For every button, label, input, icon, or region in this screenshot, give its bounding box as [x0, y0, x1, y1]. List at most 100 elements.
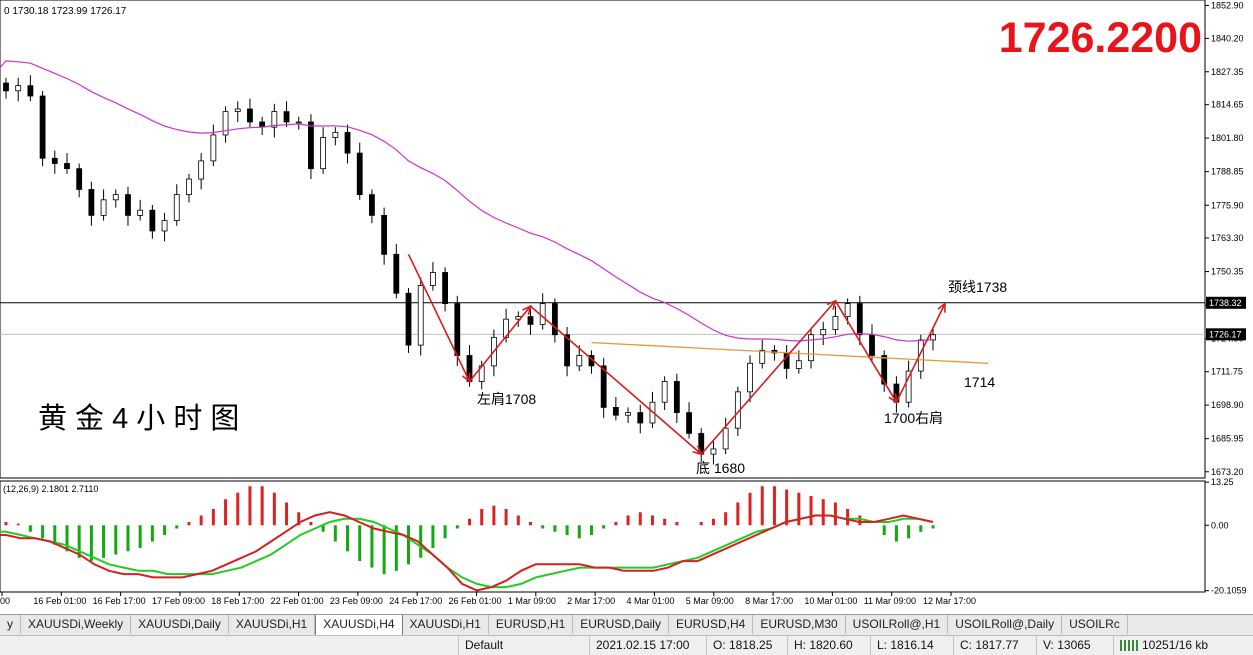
bull-candle: [100, 199, 107, 216]
bear-candle: [393, 253, 400, 294]
status-datetime: 2021.02.15 17:00: [589, 636, 706, 655]
x-tick-label: 24 Feb 17:00: [389, 596, 442, 606]
chart-tab[interactable]: EURUSD,M30: [753, 615, 846, 634]
bull-candle: [795, 360, 802, 369]
bull-candle: [539, 303, 546, 325]
y-tick-label: 1673.20: [1211, 467, 1244, 477]
bull-candle: [844, 303, 851, 317]
bull-candle: [430, 272, 436, 286]
chart-tab[interactable]: USOILRc: [1062, 615, 1128, 634]
chart-tab[interactable]: EURUSD,H4: [669, 615, 754, 634]
x-tick-label: 26 Feb 01:00: [449, 596, 502, 606]
macd-plot-frame: [0, 480, 1206, 593]
chart-tab[interactable]: XAUUSDi,Weekly: [21, 615, 132, 634]
y-tick-label: 1814.65: [1211, 100, 1244, 110]
bull-candle: [576, 355, 583, 367]
chart-title: 黄 金 4 小 时 图: [38, 402, 239, 435]
x-tick-label: 2 Mar 17:00: [567, 596, 615, 606]
chart-tab[interactable]: USOILRoll@,H1: [846, 615, 949, 634]
y-tick-label: 1763.30: [1211, 233, 1244, 243]
x-tick-label: 22 Feb 01:00: [271, 596, 324, 606]
macd-tick-label: 13.25: [1211, 477, 1234, 487]
chart-tab[interactable]: y: [0, 615, 21, 634]
hline-price-label: 1738.32: [1209, 298, 1242, 308]
macd-header: (12,26,9) 2.1801 2.7110: [3, 484, 98, 494]
bull-candle: [417, 285, 424, 346]
x-tick-label: 23 Feb 09:00: [330, 596, 383, 606]
bull-candle: [820, 329, 827, 336]
bear-candle: [869, 334, 875, 356]
bull-candle: [710, 448, 717, 455]
status-high: H: 1820.60: [787, 636, 870, 655]
bear-candle: [125, 194, 131, 216]
chart-tab[interactable]: XAUUSDi,Daily: [131, 615, 229, 634]
bear-candle: [637, 412, 644, 424]
current-price-label: 1726.17: [1209, 329, 1242, 339]
chart-tab[interactable]: EURUSD,Daily: [573, 615, 669, 634]
bull-candle: [112, 194, 119, 201]
bear-candle: [686, 412, 692, 434]
bull-candle: [234, 108, 241, 112]
bull-candle: [320, 137, 327, 170]
status-traffic-text: 10251/16 kb: [1142, 638, 1209, 652]
right-shoulder-label: 1700右肩: [884, 410, 943, 426]
ohlc-header: 0 1730.18 1723.99 1726.17: [4, 6, 127, 17]
y-tick-label: 1711.75: [1211, 367, 1243, 377]
chart-tab-bar: y XAUUSDi,Weekly XAUUSDi,Daily XAUUSDi,H1 XA…: [0, 614, 1253, 636]
bear-candle: [356, 152, 363, 196]
macd-tick-label: 0.00: [1211, 520, 1229, 530]
bear-candle: [369, 194, 375, 216]
status-bar: Default 2021.02.15 17:00 O: 1818.25 H: 1…: [0, 635, 1253, 655]
bull-candle: [161, 220, 168, 232]
bear-candle: [27, 85, 34, 97]
status-filler: [0, 636, 458, 655]
bull-candle: [625, 412, 631, 416]
y-tick-label: 1685.95: [1211, 434, 1244, 444]
price-chart[interactable]: 1852.90 1840.20 1827.35 1814.65 1801.80 1788.…: [0, 0, 1253, 614]
bear-candle: [76, 168, 83, 190]
y-tick-label: 1852.90: [1211, 0, 1244, 10]
bull-candle: [295, 121, 302, 124]
bull-candle: [808, 334, 814, 362]
status-traffic: 10251/16 kb: [1113, 636, 1246, 655]
bull-candle: [747, 362, 753, 393]
bear-candle: [283, 111, 290, 123]
macd-tick-label: -20.1059: [1211, 586, 1247, 596]
bear-candle: [454, 303, 461, 356]
x-tick-label: 4 Mar 01:00: [626, 596, 674, 606]
status-volume: V: 13065: [1036, 636, 1113, 655]
x-tick-label: 16 Feb 17:00: [93, 596, 146, 606]
bull-candle: [759, 349, 766, 364]
level-1714-label: 1714: [964, 374, 995, 390]
y-tick-label: 1775.90: [1211, 200, 1244, 210]
bull-candle: [722, 427, 729, 450]
y-tick-label: 1827.35: [1211, 67, 1244, 77]
bear-candle: [88, 189, 95, 216]
chart-tab[interactable]: EURUSD,H1: [489, 615, 574, 634]
bear-candle: [344, 131, 351, 154]
bull-candle: [198, 160, 205, 180]
bull-candle: [15, 85, 22, 92]
x-tick-label: 17 Feb 09:00: [152, 596, 205, 606]
x-tick-label: 11 Mar 09:00: [864, 596, 916, 606]
status-close: C: 1817.77: [953, 636, 1036, 655]
price-axis: 1852.90 1840.20 1827.35 1814.65 1801.80 1788.…: [1205, 0, 1244, 477]
bull-candle: [832, 316, 839, 330]
bear-candle: [308, 121, 314, 170]
status-open: O: 1818.25: [706, 636, 787, 655]
status-profile[interactable]: Default: [458, 636, 589, 655]
y-tick-label: 1840.20: [1211, 33, 1244, 43]
time-axis: 00 16 Feb 01:00 16 Feb 17:00 17 Feb 09:00 18…: [0, 592, 976, 606]
x-tick-label: 00: [0, 596, 10, 606]
bear-candle: [442, 272, 449, 305]
bear-candle: [612, 407, 619, 416]
x-tick-label: 12 Mar 17:00: [923, 596, 976, 606]
chart-tab[interactable]: XAUUSDi,H1: [403, 615, 489, 634]
bear-candle: [673, 381, 680, 414]
chart-tab[interactable]: USOILRoll@,Daily: [948, 615, 1063, 634]
bull-candle: [332, 131, 339, 138]
chart-tab[interactable]: XAUUSDi,H1: [229, 615, 316, 634]
price-display: 1726.2200: [999, 14, 1202, 62]
chart-tab[interactable]: XAUUSDi,H4: [315, 615, 403, 636]
bear-candle: [3, 82, 9, 92]
